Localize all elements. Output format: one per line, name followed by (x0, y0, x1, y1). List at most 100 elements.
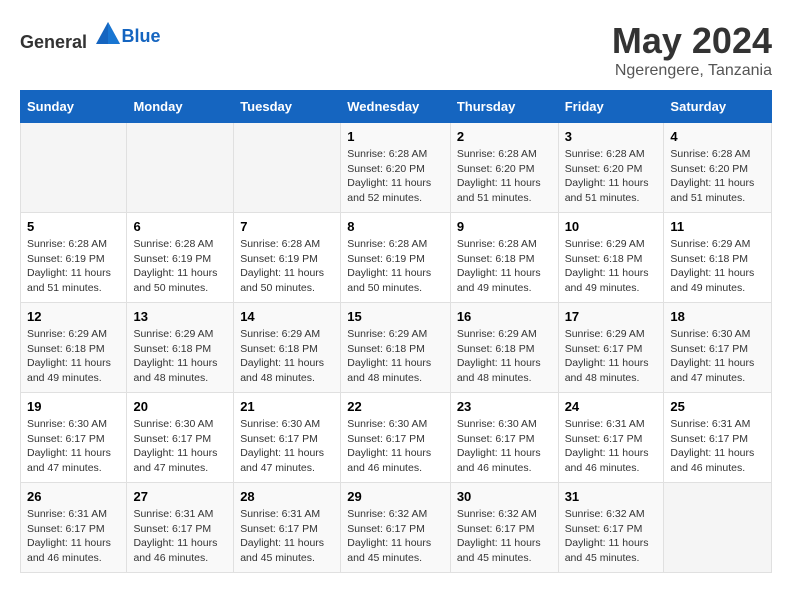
calendar-cell: 2 Sunrise: 6:28 AM Sunset: 6:20 PM Daylig… (450, 123, 558, 213)
page-header: General Blue May 2024 Ngerengere, Tanzan… (20, 20, 772, 80)
day-number: 21 (240, 399, 334, 414)
day-info: Sunrise: 6:29 AM Sunset: 6:18 PM Dayligh… (347, 327, 444, 386)
calendar-cell: 27 Sunrise: 6:31 AM Sunset: 6:17 PM Dayli… (127, 483, 234, 573)
day-info: Sunrise: 6:29 AM Sunset: 6:18 PM Dayligh… (457, 327, 552, 386)
day-info: Sunrise: 6:30 AM Sunset: 6:17 PM Dayligh… (670, 327, 765, 386)
day-info: Sunrise: 6:28 AM Sunset: 6:18 PM Dayligh… (457, 237, 552, 296)
week-row-3: 12 Sunrise: 6:29 AM Sunset: 6:18 PM Dayli… (21, 303, 772, 393)
day-number: 25 (670, 399, 765, 414)
day-number: 5 (27, 219, 120, 234)
day-info: Sunrise: 6:29 AM Sunset: 6:17 PM Dayligh… (565, 327, 658, 386)
calendar-cell: 25 Sunrise: 6:31 AM Sunset: 6:17 PM Dayli… (664, 393, 772, 483)
day-number: 31 (565, 489, 658, 504)
calendar-cell: 26 Sunrise: 6:31 AM Sunset: 6:17 PM Dayli… (21, 483, 127, 573)
week-row-4: 19 Sunrise: 6:30 AM Sunset: 6:17 PM Dayli… (21, 393, 772, 483)
day-number: 13 (133, 309, 227, 324)
calendar-cell: 14 Sunrise: 6:29 AM Sunset: 6:18 PM Dayli… (234, 303, 341, 393)
calendar-cell (664, 483, 772, 573)
header-cell-saturday: Saturday (664, 91, 772, 123)
day-number: 11 (670, 219, 765, 234)
day-info: Sunrise: 6:29 AM Sunset: 6:18 PM Dayligh… (670, 237, 765, 296)
day-info: Sunrise: 6:29 AM Sunset: 6:18 PM Dayligh… (240, 327, 334, 386)
day-number: 7 (240, 219, 334, 234)
title-section: May 2024 Ngerengere, Tanzania (612, 20, 772, 80)
header-cell-wednesday: Wednesday (341, 91, 451, 123)
week-row-1: 1 Sunrise: 6:28 AM Sunset: 6:20 PM Daylig… (21, 123, 772, 213)
header-cell-sunday: Sunday (21, 91, 127, 123)
day-info: Sunrise: 6:28 AM Sunset: 6:19 PM Dayligh… (27, 237, 120, 296)
logo-icon (94, 20, 122, 48)
day-info: Sunrise: 6:28 AM Sunset: 6:19 PM Dayligh… (133, 237, 227, 296)
day-info: Sunrise: 6:31 AM Sunset: 6:17 PM Dayligh… (27, 507, 120, 566)
day-number: 1 (347, 129, 444, 144)
day-info: Sunrise: 6:30 AM Sunset: 6:17 PM Dayligh… (133, 417, 227, 476)
logo-general-text: General (20, 32, 87, 52)
calendar-cell: 12 Sunrise: 6:29 AM Sunset: 6:18 PM Dayli… (21, 303, 127, 393)
calendar-cell: 3Sunrise: 6:28 AM Sunset: 6:20 PM Daylig… (558, 123, 664, 213)
day-info: Sunrise: 6:32 AM Sunset: 6:17 PM Dayligh… (565, 507, 658, 566)
calendar-cell: 28Sunrise: 6:31 AM Sunset: 6:17 PM Dayli… (234, 483, 341, 573)
header-cell-monday: Monday (127, 91, 234, 123)
calendar-cell: 7 Sunrise: 6:28 AM Sunset: 6:19 PM Daylig… (234, 213, 341, 303)
day-number: 9 (457, 219, 552, 234)
calendar-cell: 5 Sunrise: 6:28 AM Sunset: 6:19 PM Daylig… (21, 213, 127, 303)
calendar-cell (21, 123, 127, 213)
day-number: 14 (240, 309, 334, 324)
day-info: Sunrise: 6:31 AM Sunset: 6:17 PM Dayligh… (670, 417, 765, 476)
day-number: 26 (27, 489, 120, 504)
logo: General Blue (20, 20, 161, 53)
calendar-cell: 13Sunrise: 6:29 AM Sunset: 6:18 PM Dayli… (127, 303, 234, 393)
calendar-cell: 29 Sunrise: 6:32 AM Sunset: 6:17 PM Dayli… (341, 483, 451, 573)
day-info: Sunrise: 6:29 AM Sunset: 6:18 PM Dayligh… (27, 327, 120, 386)
calendar-cell: 11 Sunrise: 6:29 AM Sunset: 6:18 PM Dayli… (664, 213, 772, 303)
day-number: 27 (133, 489, 227, 504)
week-row-5: 26 Sunrise: 6:31 AM Sunset: 6:17 PM Dayli… (21, 483, 772, 573)
day-info: Sunrise: 6:28 AM Sunset: 6:20 PM Dayligh… (347, 147, 444, 206)
sub-title: Ngerengere, Tanzania (612, 62, 772, 80)
calendar-cell: 9 Sunrise: 6:28 AM Sunset: 6:18 PM Daylig… (450, 213, 558, 303)
day-info: Sunrise: 6:32 AM Sunset: 6:17 PM Dayligh… (347, 507, 444, 566)
day-info: Sunrise: 6:28 AM Sunset: 6:20 PM Dayligh… (457, 147, 552, 206)
day-number: 30 (457, 489, 552, 504)
calendar-cell: 30 Sunrise: 6:32 AM Sunset: 6:17 PM Dayli… (450, 483, 558, 573)
calendar-cell: 6 Sunrise: 6:28 AM Sunset: 6:19 PM Daylig… (127, 213, 234, 303)
day-number: 17 (565, 309, 658, 324)
calendar-cell: 31 Sunrise: 6:32 AM Sunset: 6:17 PM Dayli… (558, 483, 664, 573)
calendar-cell: 22 Sunrise: 6:30 AM Sunset: 6:17 PM Dayli… (341, 393, 451, 483)
day-number: 24 (565, 399, 658, 414)
day-info: Sunrise: 6:31 AM Sunset: 6:17 PM Dayligh… (133, 507, 227, 566)
day-number: 19 (27, 399, 120, 414)
day-number: 16 (457, 309, 552, 324)
day-number: 20 (133, 399, 227, 414)
calendar-cell: 10Sunrise: 6:29 AM Sunset: 6:18 PM Dayli… (558, 213, 664, 303)
day-info: Sunrise: 6:28 AM Sunset: 6:19 PM Dayligh… (347, 237, 444, 296)
calendar-cell: 16 Sunrise: 6:29 AM Sunset: 6:18 PM Dayli… (450, 303, 558, 393)
calendar-cell: 4Sunrise: 6:28 AM Sunset: 6:20 PM Daylig… (664, 123, 772, 213)
main-title: May 2024 (612, 20, 772, 62)
calendar-cell: 17 Sunrise: 6:29 AM Sunset: 6:17 PM Dayli… (558, 303, 664, 393)
day-number: 3 (565, 129, 658, 144)
calendar-cell: 1 Sunrise: 6:28 AM Sunset: 6:20 PM Daylig… (341, 123, 451, 213)
day-info: Sunrise: 6:30 AM Sunset: 6:17 PM Dayligh… (457, 417, 552, 476)
calendar-cell: 24Sunrise: 6:31 AM Sunset: 6:17 PM Dayli… (558, 393, 664, 483)
calendar-cell (127, 123, 234, 213)
day-number: 29 (347, 489, 444, 504)
day-number: 23 (457, 399, 552, 414)
day-info: Sunrise: 6:30 AM Sunset: 6:17 PM Dayligh… (240, 417, 334, 476)
week-row-2: 5 Sunrise: 6:28 AM Sunset: 6:19 PM Daylig… (21, 213, 772, 303)
day-number: 4 (670, 129, 765, 144)
calendar-cell: 19Sunrise: 6:30 AM Sunset: 6:17 PM Dayli… (21, 393, 127, 483)
calendar-cell: 8 Sunrise: 6:28 AM Sunset: 6:19 PM Daylig… (341, 213, 451, 303)
day-info: Sunrise: 6:28 AM Sunset: 6:19 PM Dayligh… (240, 237, 334, 296)
calendar-cell: 21 Sunrise: 6:30 AM Sunset: 6:17 PM Dayli… (234, 393, 341, 483)
day-number: 8 (347, 219, 444, 234)
day-info: Sunrise: 6:32 AM Sunset: 6:17 PM Dayligh… (457, 507, 552, 566)
day-number: 12 (27, 309, 120, 324)
day-number: 2 (457, 129, 552, 144)
calendar-table: SundayMondayTuesdayWednesdayThursdayFrid… (20, 90, 772, 573)
day-number: 18 (670, 309, 765, 324)
header-cell-tuesday: Tuesday (234, 91, 341, 123)
day-info: Sunrise: 6:30 AM Sunset: 6:17 PM Dayligh… (347, 417, 444, 476)
day-number: 22 (347, 399, 444, 414)
day-number: 6 (133, 219, 227, 234)
